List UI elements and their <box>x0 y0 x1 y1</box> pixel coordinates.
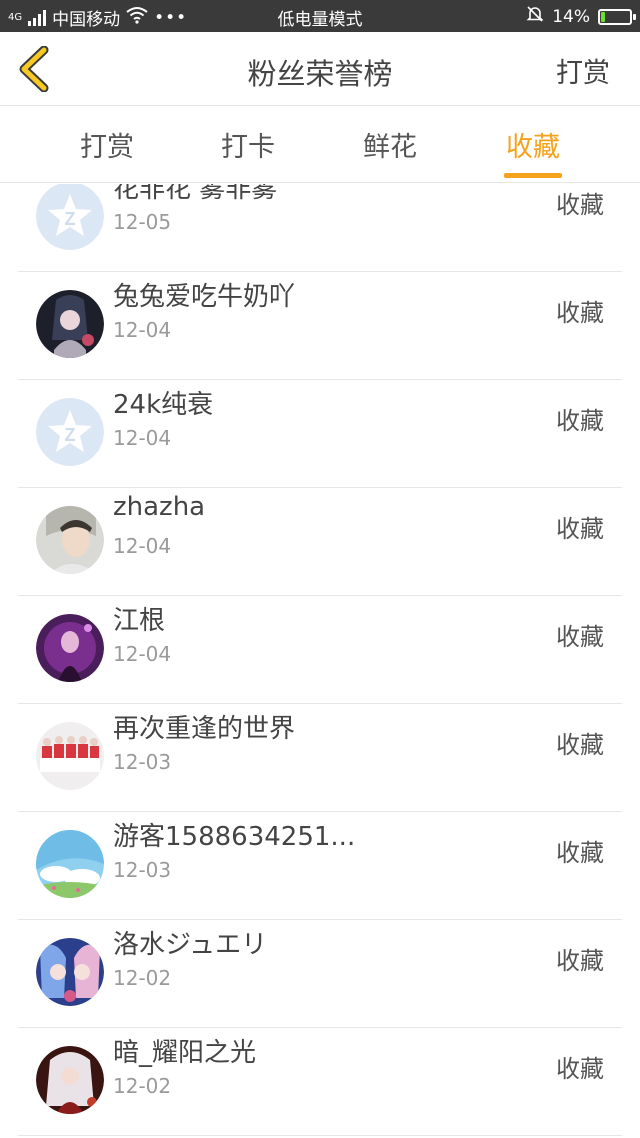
list-item[interactable]: 再次重逢的世界 12-03 收藏 <box>18 704 622 812</box>
user-date: 12-03 <box>113 750 172 774</box>
user-name: 游客1588634251... <box>113 822 356 852</box>
active-tab-indicator <box>504 173 562 178</box>
tab-favorites[interactable]: 收藏 <box>488 125 578 164</box>
svg-text:Z: Z <box>65 425 76 445</box>
user-date: 12-04 <box>113 642 172 666</box>
user-name: 花非花 雾非雾 <box>113 184 278 204</box>
chevron-left-icon <box>19 45 49 93</box>
battery-percent: 14% <box>552 6 590 27</box>
battery-icon: ⚡ <box>598 8 636 25</box>
favorite-label: 收藏 <box>556 191 604 219</box>
fan-list[interactable]: Z 花非花 雾非雾 12-05 收藏 兔兔爱吃牛奶吖 12-04 收藏 Z 24… <box>0 184 640 1138</box>
avatar[interactable] <box>36 1046 104 1114</box>
avatar[interactable] <box>36 830 104 898</box>
avatar[interactable] <box>36 722 104 790</box>
avatar[interactable] <box>36 506 104 574</box>
tab-checkin[interactable]: 打卡 <box>203 125 293 164</box>
user-name: 再次重逢的世界 <box>113 714 296 744</box>
user-date: 12-04 <box>113 318 172 342</box>
user-name: 24k纯衰 <box>113 390 214 420</box>
avatar[interactable] <box>36 290 104 358</box>
list-item[interactable]: Z 花非花 雾非雾 12-05 收藏 <box>18 184 622 272</box>
back-button[interactable] <box>14 45 54 93</box>
favorite-label: 收藏 <box>556 947 604 975</box>
user-name: 兔兔爱吃牛奶吖 <box>113 282 296 312</box>
list-item[interactable]: 暗_耀阳之光 12-02 收藏 <box>18 1028 622 1136</box>
avatar[interactable] <box>36 938 104 1006</box>
list-item[interactable]: 江根 12-04 收藏 <box>18 596 622 704</box>
user-date: 12-04 <box>113 426 172 450</box>
user-date: 12-05 <box>113 210 172 234</box>
user-name: 暗_耀阳之光 <box>113 1038 257 1068</box>
user-date: 12-03 <box>113 858 172 882</box>
favorite-label: 收藏 <box>556 515 604 543</box>
list-item[interactable]: Z 24k纯衰 12-04 收藏 <box>18 380 622 488</box>
tab-flowers[interactable]: 鲜花 <box>345 125 435 164</box>
user-name: 洛水ジュエリ <box>113 930 268 960</box>
avatar[interactable] <box>36 614 104 682</box>
favorite-label: 收藏 <box>556 731 604 759</box>
list-item[interactable]: 游客1588634251... 12-03 收藏 <box>18 812 622 920</box>
tab-bar: 打赏 打卡 鲜花 收藏 <box>0 107 640 183</box>
reward-button[interactable]: 打赏 <box>556 51 610 90</box>
list-item[interactable]: 洛水ジュエリ 12-02 收藏 <box>18 920 622 1028</box>
favorite-label: 收藏 <box>556 407 604 435</box>
bell-muted-icon <box>526 5 544 28</box>
page-title: 粉丝荣誉榜 <box>247 57 393 91</box>
avatar[interactable]: Z <box>36 398 104 466</box>
list-item[interactable]: zhazha 12-04 收藏 <box>18 488 622 596</box>
user-date: 12-04 <box>113 534 172 558</box>
status-right: 14% ⚡ <box>526 5 636 28</box>
avatar[interactable]: Z <box>36 184 104 250</box>
favorite-label: 收藏 <box>556 839 604 867</box>
favorite-label: 收藏 <box>556 299 604 327</box>
user-date: 12-02 <box>113 1074 172 1098</box>
user-date: 12-02 <box>113 966 172 990</box>
favorite-label: 收藏 <box>556 1055 604 1083</box>
svg-text:Z: Z <box>65 209 76 229</box>
nav-bar: 粉丝荣誉榜 打赏 <box>0 32 640 106</box>
list-item[interactable]: 兔兔爱吃牛奶吖 12-04 收藏 <box>18 272 622 380</box>
favorite-label: 收藏 <box>556 623 604 651</box>
user-name: 江根 <box>113 606 166 636</box>
user-name: zhazha <box>113 492 206 522</box>
tab-reward[interactable]: 打赏 <box>62 125 152 164</box>
status-bar: 4G 中国移动 ••• 低电量模式 14% ⚡ <box>0 0 640 32</box>
